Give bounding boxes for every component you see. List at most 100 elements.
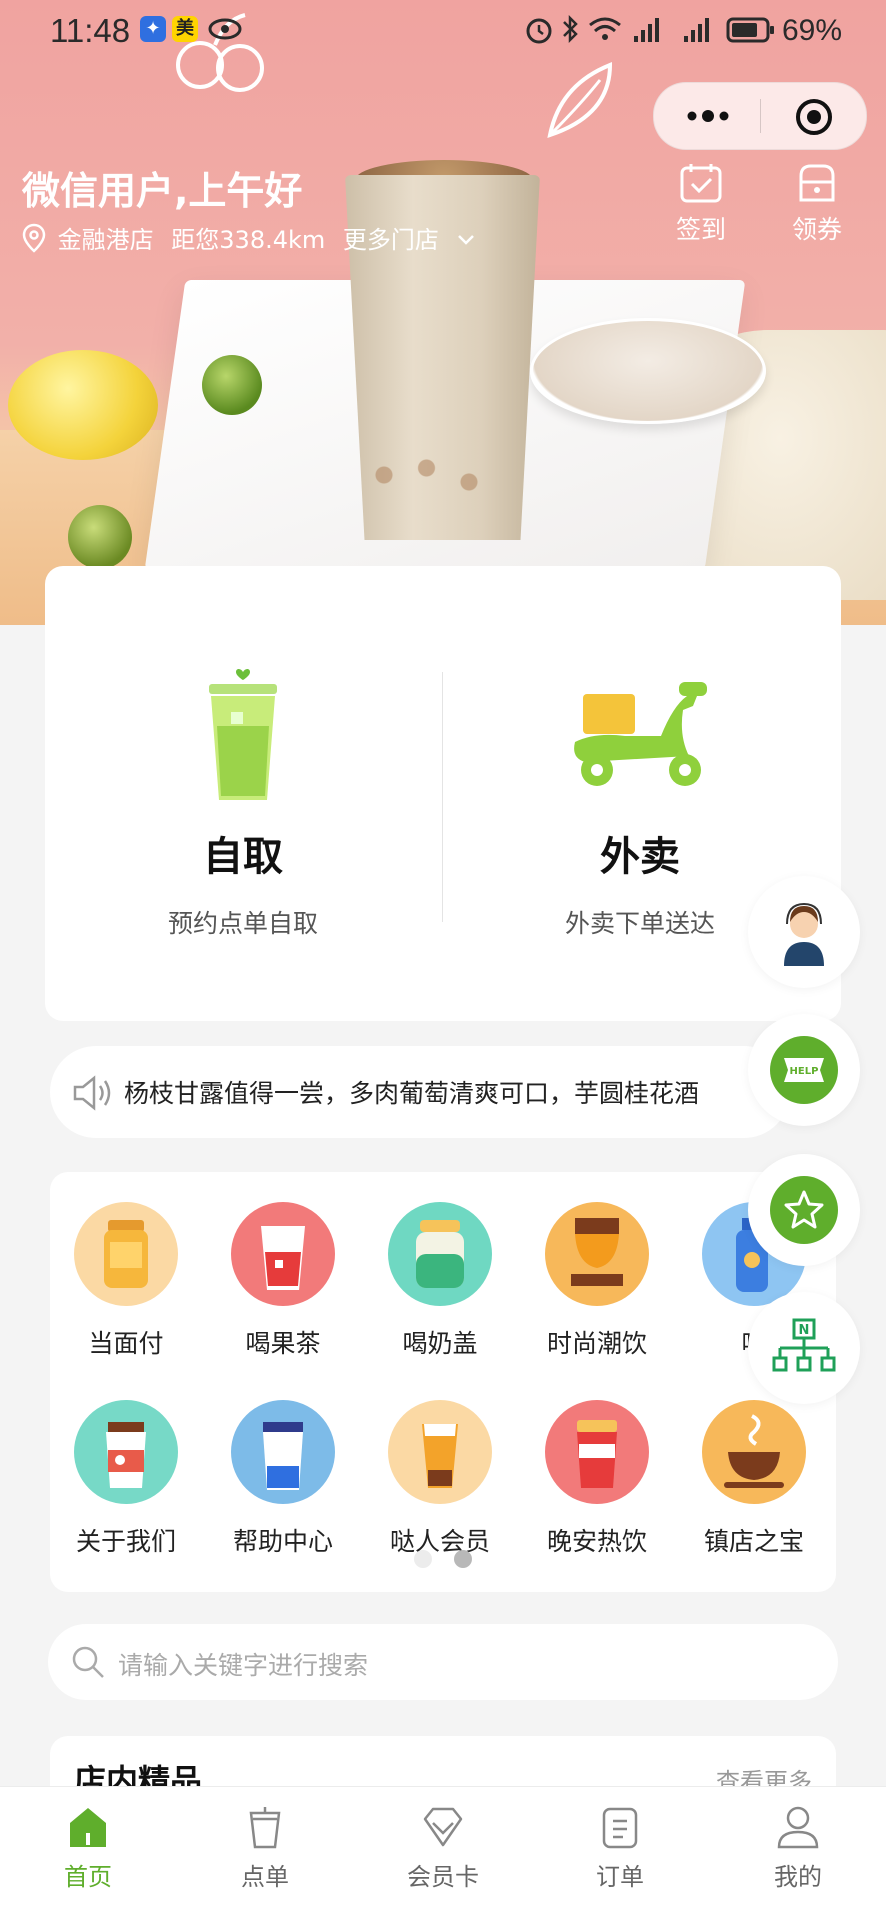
hot-drink-cup-icon xyxy=(545,1400,649,1504)
speaker-icon xyxy=(73,1075,111,1111)
order-mode-card: 自取 预约点单自取 外卖 外卖下单送达 xyxy=(45,566,841,1021)
pickup-option[interactable]: 自取 预约点单自取 xyxy=(83,666,403,940)
tab-member-card[interactable]: 会员卡 xyxy=(383,1805,503,1892)
tab-label: 点单 xyxy=(241,1863,289,1891)
order-mode-divider xyxy=(442,672,443,922)
shortcut-label: 喝奶盖 xyxy=(402,1329,478,1358)
star-icon xyxy=(784,1190,824,1229)
shortcut-label: 镇店之宝 xyxy=(703,1527,804,1556)
trendy-drink-icon xyxy=(545,1202,649,1306)
tab-orders[interactable]: 订单 xyxy=(560,1805,680,1892)
tab-label: 首页 xyxy=(64,1863,112,1891)
lime-image xyxy=(202,355,262,415)
search-icon xyxy=(72,1646,104,1678)
shortcut-cheese-foam[interactable]: 喝奶盖 xyxy=(365,1202,515,1360)
tab-profile[interactable]: 我的 xyxy=(738,1805,858,1892)
scooter-icon xyxy=(574,682,707,786)
tab-order[interactable]: 点单 xyxy=(205,1805,325,1892)
delivery-title: 外卖 xyxy=(600,834,680,880)
notice-text: 杨枝甘露值得一尝，多肉葡萄清爽可口，芋圆桂花酒 xyxy=(124,1079,700,1108)
shortcut-label: 时尚潮饮 xyxy=(546,1329,647,1358)
bulb-icon: ✦ xyxy=(140,16,166,42)
sign-in-button[interactable]: 签到 xyxy=(656,162,746,246)
shortcut-trendy-drinks[interactable]: 时尚潮饮 xyxy=(522,1202,672,1360)
meituan-badge: 美 xyxy=(172,16,198,42)
user-icon xyxy=(777,1806,819,1849)
shortcut-label: 当面付 xyxy=(88,1329,164,1358)
coupon-label: 领券 xyxy=(791,215,842,244)
shortcut-about-us[interactable]: 关于我们 xyxy=(51,1400,201,1558)
shortcut-label: 喝果茶 xyxy=(245,1329,321,1358)
sitemap-icon: N xyxy=(772,1318,836,1372)
location-pin-icon xyxy=(22,223,46,253)
capsule-divider xyxy=(760,99,761,133)
page-indicator-dot xyxy=(414,1550,432,1568)
page-indicator-dot-active xyxy=(454,1550,472,1568)
battery-icon xyxy=(726,17,774,43)
wifi-icon xyxy=(589,17,621,40)
delivery-option[interactable]: 外卖 外卖下单送达 xyxy=(480,666,800,940)
signal-icon xyxy=(684,18,709,42)
favorite-button[interactable] xyxy=(748,1154,860,1266)
search-bar[interactable]: 请输入关键字进行搜索 xyxy=(48,1624,838,1700)
leaf-doodle-icon xyxy=(547,62,613,138)
customer-service-button[interactable] xyxy=(748,876,860,988)
star-icon-bg xyxy=(770,1176,838,1244)
pickup-cup-icon xyxy=(209,669,277,800)
shortcut-fruit-tea[interactable]: 喝果茶 xyxy=(208,1202,358,1360)
shortcut-label: 帮助中心 xyxy=(232,1527,333,1556)
shortcut-label: 关于我们 xyxy=(75,1527,176,1556)
bluetooth-icon xyxy=(563,14,578,44)
shortcut-signature[interactable]: 镇店之宝 xyxy=(679,1400,829,1558)
cup-icon xyxy=(249,1807,281,1849)
shortcut-hot-drinks[interactable]: 晚安热饮 xyxy=(522,1400,672,1558)
greeting-text: 微信用户,上午好 xyxy=(22,169,303,213)
wallet-icon xyxy=(74,1202,178,1306)
coupon-icon xyxy=(799,164,835,202)
sitemap-button[interactable]: N xyxy=(748,1292,860,1404)
fruit-tea-cup-icon xyxy=(231,1202,335,1306)
help-icon: HELP xyxy=(784,1058,824,1082)
svg-text:HELP: HELP xyxy=(790,1066,819,1077)
help-button[interactable]: HELP xyxy=(748,1014,860,1126)
status-bar: 11:48 ✦ 美 69% xyxy=(0,0,886,64)
alarm-icon xyxy=(526,18,552,44)
battery-percent: 69% xyxy=(781,14,842,47)
miniprogram-capsule xyxy=(653,82,867,150)
tab-home[interactable]: 首页 xyxy=(28,1805,148,1892)
customer-service-icon xyxy=(784,902,824,966)
shortcut-grid: 当面付 喝果茶 喝奶盖 时尚潮饮 喝 关于我们 帮助中心 xyxy=(50,1172,836,1592)
pickup-title: 自取 xyxy=(203,834,283,880)
about-cup-icon xyxy=(74,1400,178,1504)
signal-icon xyxy=(634,18,659,42)
sign-in-label: 签到 xyxy=(675,215,726,244)
member-drink-icon xyxy=(388,1400,492,1504)
tab-label: 我的 xyxy=(774,1863,822,1891)
eye-icon xyxy=(208,18,242,40)
close-miniprogram-icon[interactable] xyxy=(794,97,834,137)
coupon-button[interactable]: 领券 xyxy=(772,162,862,246)
signature-coffee-icon xyxy=(702,1400,806,1504)
lemon-image xyxy=(8,350,158,460)
store-distance: 距您338.4km xyxy=(171,226,326,254)
pickup-subtitle: 预约点单自取 xyxy=(167,909,318,938)
shortcut-label: 晚安热饮 xyxy=(546,1527,647,1556)
status-time: 11:48 xyxy=(50,12,131,49)
powder-bowl-image xyxy=(530,318,766,424)
store-name: 金融港店 xyxy=(57,226,154,254)
shortcut-member[interactable]: 哒人会员 xyxy=(365,1400,515,1558)
more-menu-icon[interactable] xyxy=(684,104,732,128)
store-info[interactable]: 金融港店 距您338.4km 更多门店 xyxy=(22,220,475,255)
notice-bar[interactable]: 杨枝甘露值得一尝，多肉葡萄清爽可口，芋圆桂花酒 xyxy=(50,1046,790,1138)
shortcut-label: 哒人会员 xyxy=(389,1527,490,1556)
cheese-foam-jar-icon xyxy=(388,1202,492,1306)
shortcut-pay-in-person[interactable]: 当面付 xyxy=(51,1202,201,1360)
tab-label: 订单 xyxy=(596,1863,644,1891)
shortcut-help-center[interactable]: 帮助中心 xyxy=(208,1400,358,1558)
help-icon-bg: HELP xyxy=(770,1036,838,1104)
diamond-icon xyxy=(423,1807,463,1847)
calendar-check-icon xyxy=(680,164,722,203)
search-input[interactable]: 请输入关键字进行搜索 xyxy=(118,1646,368,1682)
more-stores-link[interactable]: 更多门店 xyxy=(343,226,439,254)
bottom-tab-bar: 首页 点单 会员卡 订单 我的 xyxy=(0,1786,886,1921)
